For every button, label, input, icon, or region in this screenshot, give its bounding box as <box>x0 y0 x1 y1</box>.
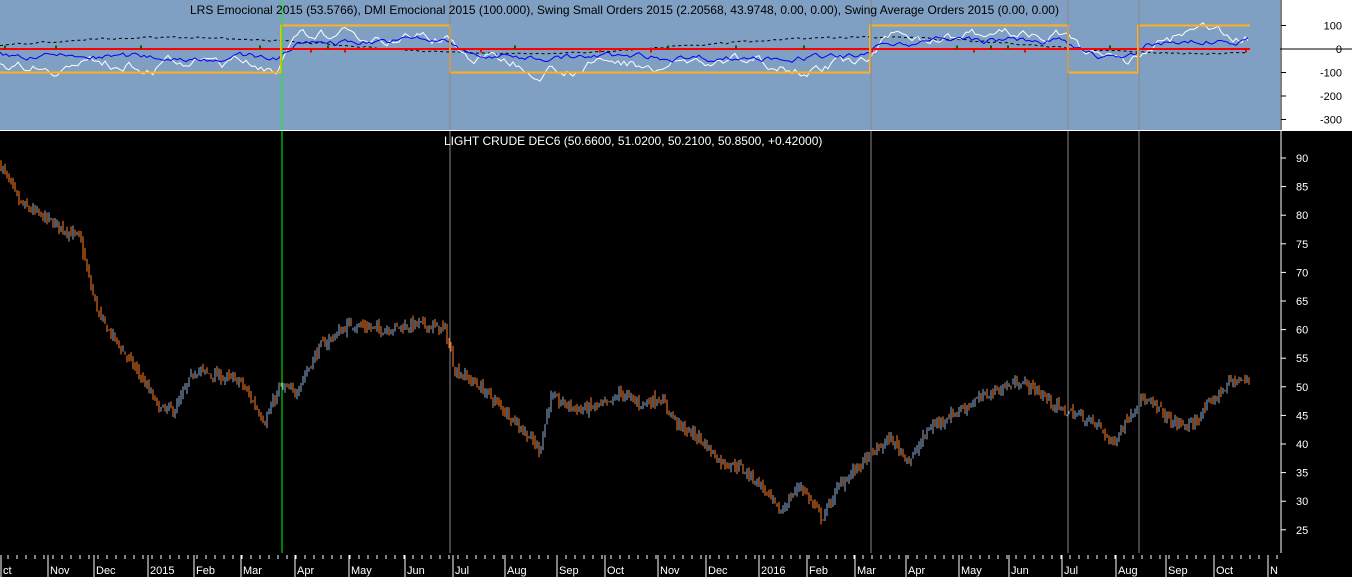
price-title: LIGHT CRUDE DEC6 (50.6600, 51.0200, 50.2… <box>444 134 823 148</box>
y-tick-label: 65 <box>1296 296 1308 308</box>
y-tick-label: 25 <box>1296 525 1308 537</box>
indicator-plot <box>0 0 1250 130</box>
indicator-title: LRS Emocional 2015 (53.5766), DMI Emocio… <box>190 3 1059 17</box>
indicator-y-axis: 100 0 -100 -200 -300 <box>1280 0 1352 130</box>
y-tick-label: 40 <box>1296 439 1308 451</box>
x-tick-label: Nov <box>50 565 70 577</box>
y-tick-label: 90 <box>1296 153 1308 165</box>
x-tick-label: Feb <box>196 565 215 577</box>
y-tick-label: -300 <box>1320 115 1342 127</box>
x-tick-label: Mar <box>243 565 262 577</box>
y-tick-label: 70 <box>1296 267 1308 279</box>
date-x-axis: ct Nov Dec 2015 Feb Mar Apr May Jun Jul Aug Sep Oct N… <box>0 553 1352 577</box>
x-tick-label: Jul <box>455 565 469 577</box>
x-tick-label: 2016 <box>761 565 785 577</box>
x-tick-label: N <box>1270 565 1278 577</box>
x-tick-label: Apr <box>908 565 925 577</box>
x-tick-label: Mar <box>857 565 876 577</box>
price-y-axis: 90 85 80 75 70 65 60 55 50 45 40 35 30 25 <box>1280 131 1352 553</box>
x-tick-label: 2015 <box>150 565 174 577</box>
x-tick-label: Oct <box>1216 565 1233 577</box>
y-tick-label: 55 <box>1296 353 1308 365</box>
y-tick-label: -100 <box>1320 68 1342 80</box>
y-tick-label: 0 <box>1336 44 1342 56</box>
y-tick-label: 60 <box>1296 325 1308 337</box>
x-tick-label: Aug <box>1118 565 1138 577</box>
price-panel: LIGHT CRUDE DEC6 (50.6600, 51.0200, 50.2… <box>0 131 1280 553</box>
x-tick-label: May <box>351 565 372 577</box>
y-tick-label: 80 <box>1296 210 1308 222</box>
x-tick-label: Feb <box>809 565 828 577</box>
y-tick-label: 35 <box>1296 468 1308 480</box>
indicator-panel: LRS Emocional 2015 (53.5766), DMI Emocio… <box>0 0 1280 130</box>
y-tick-label: 30 <box>1296 496 1308 508</box>
x-tick-label: Dec <box>708 565 728 577</box>
x-tick-label: Nov <box>660 565 680 577</box>
x-tick-label: Sep <box>1168 565 1188 577</box>
y-tick-label: 45 <box>1296 410 1308 422</box>
y-tick-label: 100 <box>1324 21 1342 33</box>
y-tick-label: -200 <box>1320 91 1342 103</box>
x-tick-label: May <box>961 565 982 577</box>
y-tick-label: 50 <box>1296 382 1308 394</box>
y-tick-label: 85 <box>1296 182 1308 194</box>
x-tick-label: Sep <box>559 565 579 577</box>
x-tick-label: Jun <box>1011 565 1029 577</box>
x-tick-label: Oct <box>607 565 624 577</box>
x-tick-label: Aug <box>507 565 527 577</box>
y-tick-label: 75 <box>1296 239 1308 251</box>
x-tick-label: Jul <box>1064 565 1078 577</box>
x-tick-label: Apr <box>297 565 314 577</box>
x-tick-label: ct <box>3 565 12 577</box>
price-plot <box>0 131 1250 553</box>
x-tick-label: Dec <box>96 565 116 577</box>
x-tick-label: Jun <box>407 565 425 577</box>
